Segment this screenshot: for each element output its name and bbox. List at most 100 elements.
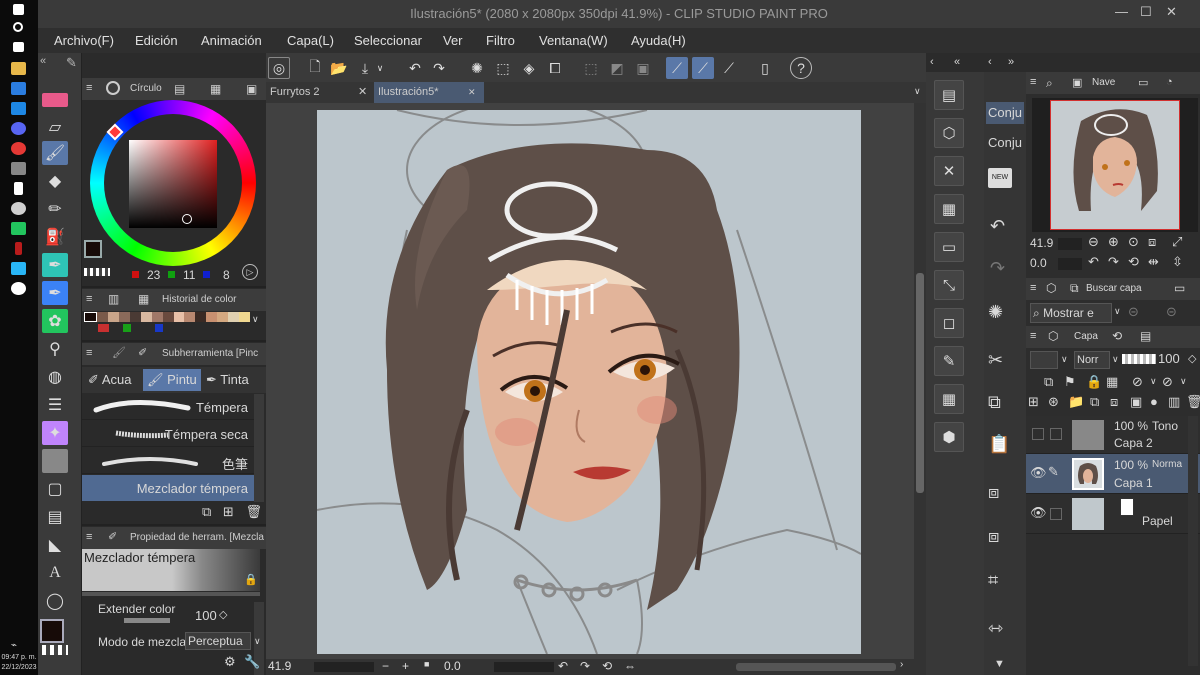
frame-tool-icon[interactable]: ▤: [42, 505, 68, 529]
swatch[interactable]: [84, 312, 97, 322]
eye-icon[interactable]: 👁: [1030, 465, 1047, 481]
marker-tool-icon[interactable]: ✒: [42, 281, 68, 305]
subtool-item[interactable]: Témpera seca: [82, 421, 254, 447]
swatch[interactable]: [118, 312, 130, 322]
gradient-tool-icon[interactable]: [42, 449, 68, 473]
swatch[interactable]: [228, 312, 240, 322]
collapse-icon[interactable]: ‹: [988, 56, 992, 68]
pattern-icon[interactable]: ▦: [934, 194, 964, 224]
play-icon[interactable]: ▷: [242, 264, 258, 280]
actual-size-icon[interactable]: ⊙: [1128, 234, 1139, 250]
opacity-value[interactable]: 100: [1158, 351, 1180, 366]
swatch[interactable]: [155, 324, 163, 332]
zoom-in-icon[interactable]: +: [402, 659, 409, 673]
subtool-group-tab-selected[interactable]: 🖌 Pintu: [143, 369, 201, 391]
zoom-in-icon[interactable]: ⊕: [1108, 234, 1119, 250]
color-wheel-tab-label[interactable]: Círculo: [130, 83, 162, 94]
figure-tool-icon[interactable]: ✦: [42, 421, 68, 445]
layer-name[interactable]: Capa 1: [1114, 476, 1153, 490]
chrome-icon[interactable]: [11, 142, 26, 155]
menu-filtro[interactable]: Filtro: [486, 33, 515, 48]
eraser-tool-icon[interactable]: [42, 93, 68, 107]
menu-animacion[interactable]: Animación: [201, 33, 262, 48]
undo-icon[interactable]: ↶: [990, 216, 1005, 237]
3d-box-icon[interactable]: ⬡: [934, 118, 964, 148]
preview-slider[interactable]: [82, 592, 260, 596]
collapse-left-icon[interactable]: «: [40, 55, 46, 67]
clip-studio-icon[interactable]: [11, 222, 26, 235]
info-icon[interactable]: ◔: [1166, 76, 1173, 88]
paste-icon[interactable]: 📋: [988, 434, 1010, 455]
menu-ayuda[interactable]: Ayuda(H): [631, 33, 686, 48]
canvas-tab[interactable]: Furrytos 2 ✕: [266, 82, 372, 103]
layer-color-select[interactable]: [1030, 351, 1058, 369]
clip-studio-logo-icon[interactable]: ◎: [268, 57, 290, 79]
subtool-scrollbar[interactable]: [254, 394, 264, 502]
layer-name[interactable]: Capa 2: [1114, 436, 1153, 450]
layer-search-label[interactable]: Buscar capa: [1086, 283, 1142, 294]
swatch[interactable]: [107, 312, 119, 322]
color-slider-tab-icon[interactable]: ▤: [174, 82, 185, 96]
chevron-down-icon[interactable]: ▼: [994, 658, 1005, 670]
rotate-left-icon[interactable]: ↶: [1088, 254, 1099, 270]
edit-toggle[interactable]: [1050, 428, 1062, 440]
canvas-tab-active[interactable]: Ilustración5* ✕: [374, 82, 484, 103]
color-history-icon[interactable]: ▦: [138, 292, 149, 306]
minimize-button[interactable]: —: [1115, 4, 1128, 19]
wrench-icon[interactable]: 🔧: [244, 654, 260, 670]
zoom-value[interactable]: 41.9: [268, 659, 291, 673]
redo-icon[interactable]: ↷: [428, 57, 450, 79]
invert-selection-icon[interactable]: ◩: [606, 57, 628, 79]
menu-ventana[interactable]: Ventana(W): [539, 33, 608, 48]
mask-apply-icon[interactable]: ▣: [1130, 394, 1142, 410]
open-folder-icon[interactable]: 📂: [328, 57, 350, 79]
swatch[interactable]: [129, 312, 141, 322]
rotation-slider[interactable]: [1058, 258, 1082, 270]
navigator-thumbnail[interactable]: [1050, 100, 1180, 230]
new-folder-icon[interactable]: 📁: [1068, 394, 1084, 410]
reset-rotation-icon[interactable]: ⟲: [1128, 254, 1139, 270]
layer-list-icon[interactable]: ▭: [1174, 281, 1185, 295]
filter-icon[interactable]: ⊝: [1166, 304, 1177, 320]
tab-close-icon[interactable]: ✕: [468, 82, 476, 103]
new-badge-icon[interactable]: NEW: [988, 168, 1012, 188]
smartphone-icon[interactable]: ▯: [754, 57, 776, 79]
clip-to-layer-icon[interactable]: ⧉: [1044, 374, 1053, 390]
transfer-down-icon[interactable]: ⧉: [1090, 394, 1099, 410]
fill-tool-icon[interactable]: ◆: [42, 169, 68, 193]
close-button[interactable]: ✕: [1166, 4, 1177, 20]
crop-icon[interactable]: ▣: [632, 57, 654, 79]
task-view-icon[interactable]: [13, 42, 24, 52]
rotate-right-icon[interactable]: ↷: [1108, 254, 1119, 270]
save-icon[interactable]: ⤓: [354, 57, 376, 79]
cloud-app-icon[interactable]: [11, 202, 26, 215]
search-icon[interactable]: [13, 22, 23, 32]
snap-special-ruler-icon[interactable]: ⟋: [692, 57, 714, 79]
chevron-down-icon[interactable]: ∨: [1112, 354, 1119, 365]
grip-icon[interactable]: ≡: [86, 82, 92, 94]
store-app-icon[interactable]: [11, 102, 26, 115]
layer-name[interactable]: Papel: [1142, 514, 1173, 528]
chevron-down-icon[interactable]: ∨: [1114, 306, 1121, 317]
scroll-thumb[interactable]: [916, 273, 924, 493]
decoration-tool-icon[interactable]: ✿: [42, 309, 68, 333]
settings-app-icon[interactable]: [11, 162, 26, 175]
subtool-item[interactable]: 色筆: [82, 448, 254, 474]
blend-mode-select[interactable]: Norr: [1074, 351, 1110, 369]
free-transform-icon[interactable]: ⧈: [988, 526, 999, 547]
taskbar-clock[interactable]: 09:47 p. m. 22/12/2023: [0, 653, 38, 673]
frame-icon[interactable]: ◻: [934, 308, 964, 338]
material-icon[interactable]: ▤: [934, 80, 964, 110]
extend-color-slider[interactable]: [124, 618, 170, 623]
swatch[interactable]: [217, 312, 229, 322]
delete-layer-icon[interactable]: 🗑: [1186, 394, 1200, 410]
menu-archivo[interactable]: Archivo(F): [54, 33, 114, 48]
grip-icon[interactable]: ≡: [1030, 282, 1036, 294]
swatch[interactable]: [96, 312, 108, 322]
image-icon[interactable]: ▭: [934, 232, 964, 262]
windows-start-icon[interactable]: [13, 4, 24, 15]
rotate-right-icon[interactable]: ↷: [580, 659, 590, 673]
navigator-tab-label[interactable]: Nave: [1092, 77, 1115, 88]
menu-capa[interactable]: Capa(L): [287, 33, 334, 48]
animation-icon[interactable]: ⟲: [1112, 329, 1122, 343]
